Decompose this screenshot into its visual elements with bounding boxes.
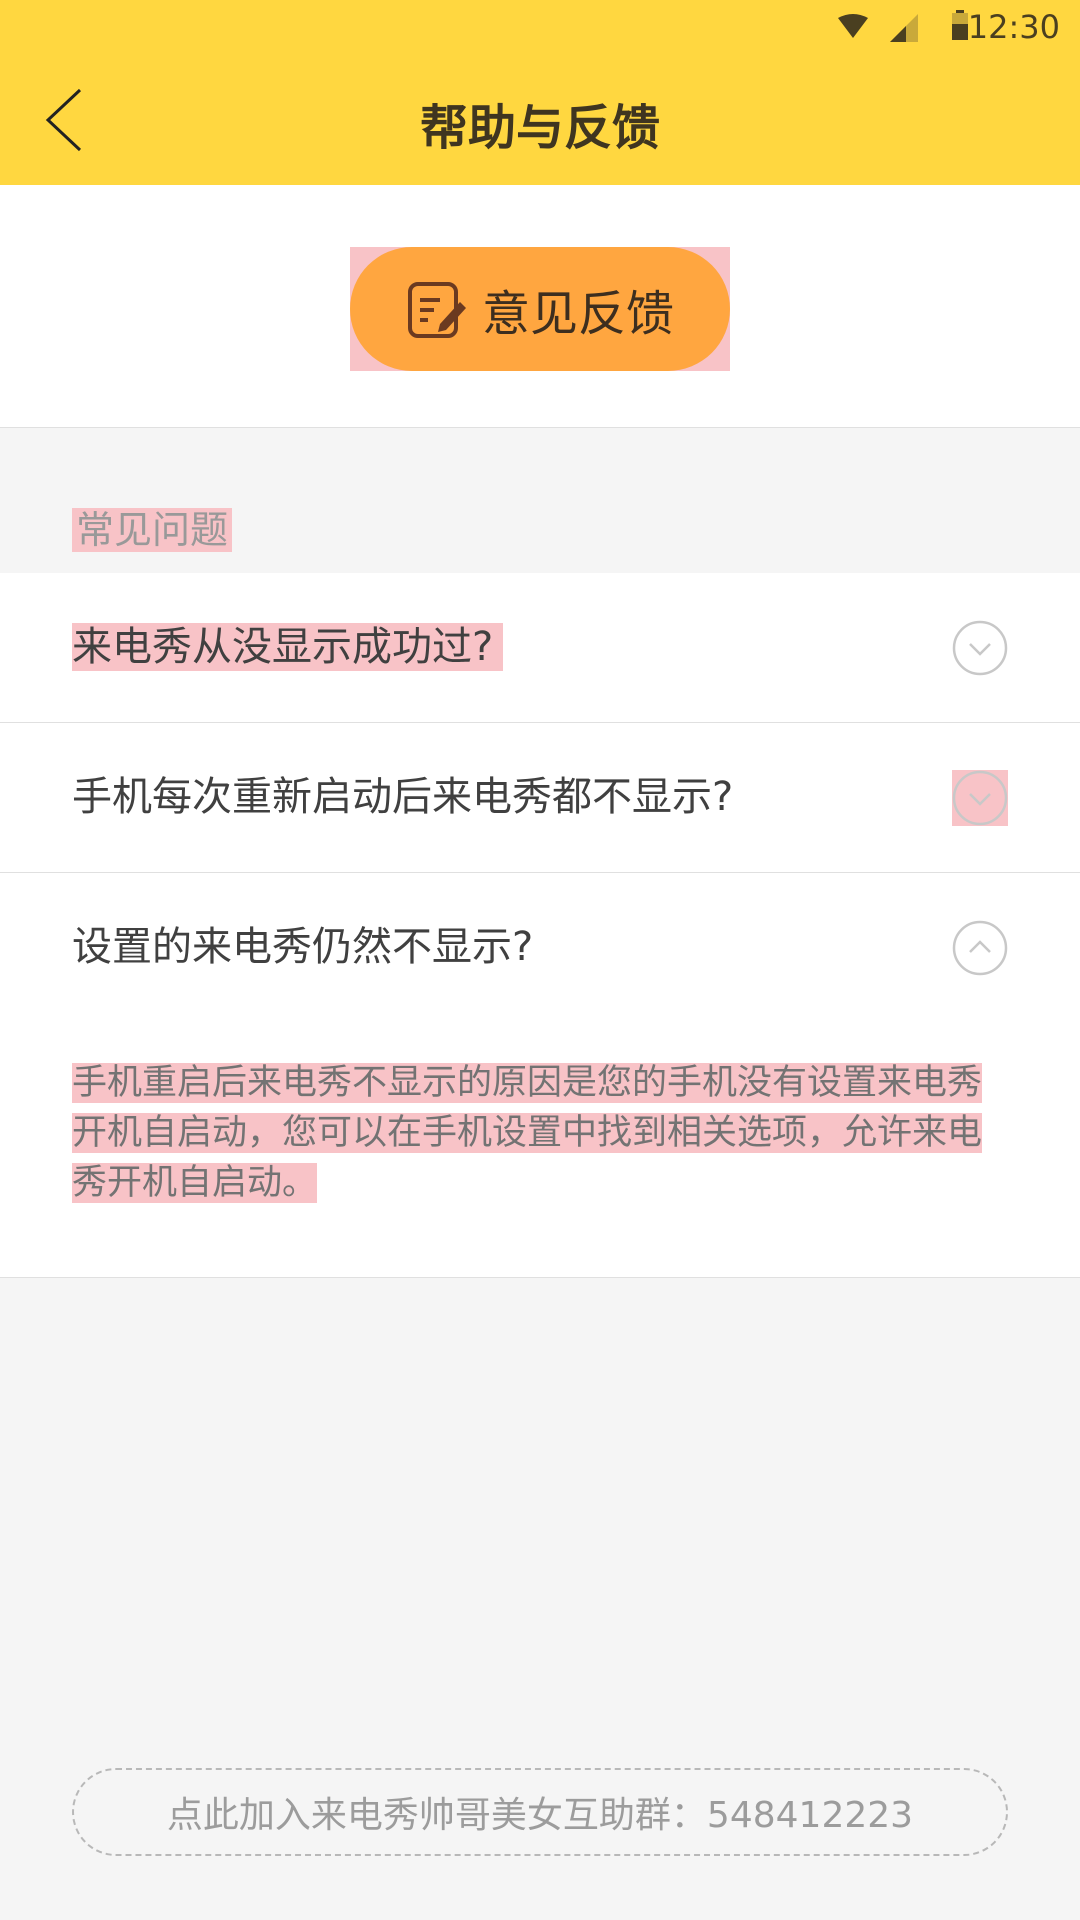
feedback-section: 意见反馈 [0,185,1080,428]
faq-section-header: 常见问题 [0,428,1080,573]
feedback-label: 意见反馈 [481,286,674,342]
faq-answer-text: 手机重启后来电秀不显示的原因是您的手机没有设置来电秀开机自启动，您可以在手机设置… [72,1063,983,1203]
faq-section-title: 常见问题 [72,508,233,552]
chevron-down-icon[interactable] [952,770,1008,826]
faq-item[interactable]: 来电秀从没显示成功过? [0,573,1080,723]
status-bar: 12:30 [680,0,1080,55]
wifi-icon [838,14,868,38]
faq-answer: 手机重启后来电秀不显示的原因是您的手机没有设置来电秀开机自启动，您可以在手机设置… [0,1022,1080,1278]
app-header: 12:30 帮助与反馈 [0,0,1080,185]
faq-item[interactable]: 设置的来电秀仍然不显示? [0,873,1080,1023]
faq-question: 来电秀从没显示成功过? [72,623,504,671]
faq-item[interactable]: 手机每次重新启动后来电秀都不显示? [0,723,1080,873]
page-title: 帮助与反馈 [419,100,660,156]
chevron-up-icon[interactable] [952,920,1008,976]
status-time: 12:30 [967,8,1060,46]
signal-icon [890,14,918,42]
edit-note-icon [407,282,466,338]
chevron-down-icon[interactable] [952,620,1008,676]
feedback-button[interactable]: 意见反馈 [350,247,730,371]
faq-question: 设置的来电秀仍然不显示? [72,924,534,970]
faq-question: 手机每次重新启动后来电秀都不显示? [72,774,734,820]
join-group-button[interactable]: 点此加入来电秀帅哥美女互助群：548412223 [72,1768,1008,1856]
